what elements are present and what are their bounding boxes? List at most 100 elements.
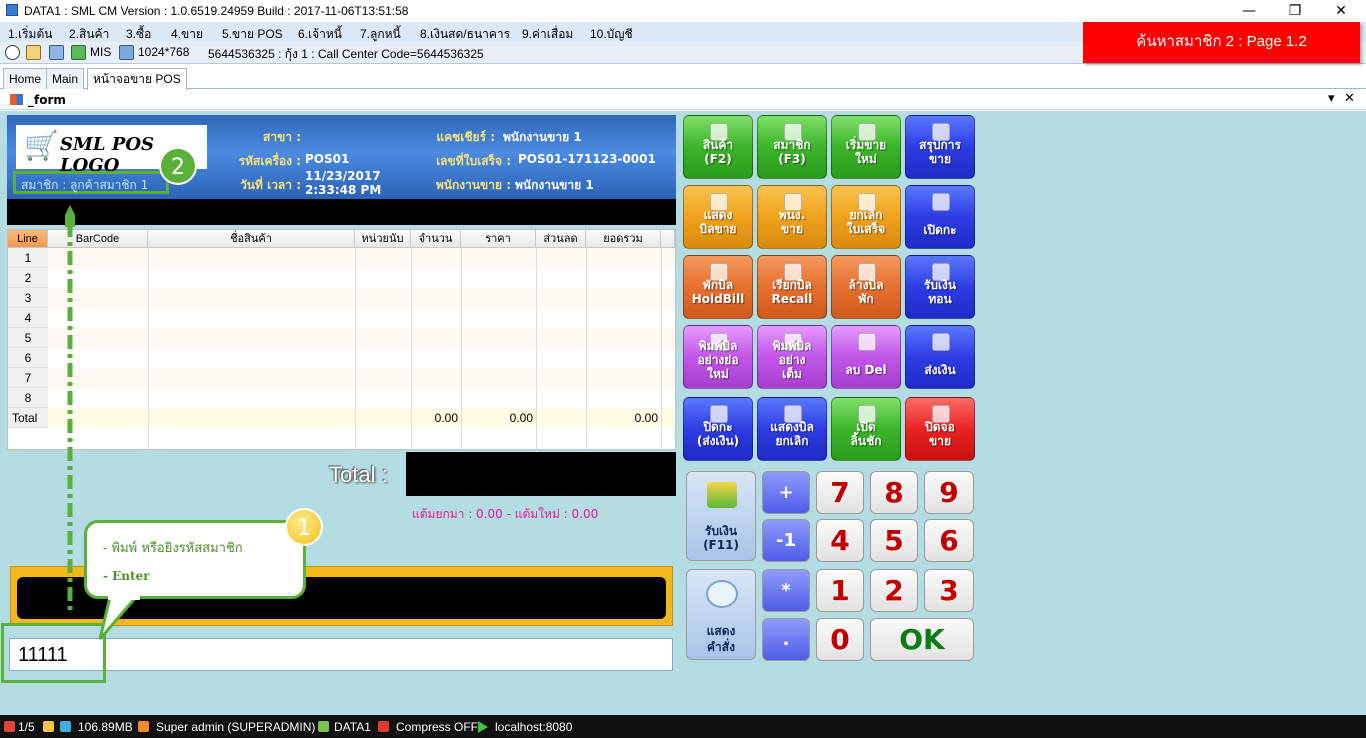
product-f2-button[interactable]: สินค้า (F2) — [683, 115, 753, 179]
key-4[interactable]: 4 — [816, 519, 864, 562]
button-label: พัก — [858, 292, 874, 306]
key-3[interactable]: 3 — [924, 569, 974, 612]
money-bag-icon — [932, 333, 950, 351]
form-close-icon[interactable]: ✕ — [1344, 91, 1355, 106]
callout-line2: - Enter — [103, 569, 150, 583]
cancel-receipt-button[interactable]: ยกเลิก ใบเสร็จ — [831, 185, 901, 249]
hold-bill-button[interactable]: พักบิล HoldBill — [683, 255, 753, 319]
mis-label[interactable]: MIS — [90, 45, 111, 59]
key-1[interactable]: 1 — [816, 569, 864, 612]
toolbar-info: 5644536325 : กุ้ง 1 : Call Center Code=5… — [208, 47, 484, 61]
grid-row[interactable] — [48, 348, 675, 368]
member-highlight: สมาชิก : ลูกค้าสมาชิก 1 — [13, 171, 169, 194]
salesperson-button[interactable]: พนง. ขาย — [757, 185, 827, 249]
grid-row[interactable] — [48, 288, 675, 308]
show-cancelled-bill-button[interactable]: แสดงบิล ยกเลิก — [757, 397, 827, 461]
button-label: ขาย — [781, 222, 803, 236]
button-label: รับเงิน — [923, 278, 957, 292]
button-label: (F3) — [778, 152, 806, 166]
chart-icon[interactable] — [71, 45, 86, 60]
line-number: 5 — [8, 328, 48, 348]
recall-bill-button[interactable]: เรียกบิล Recall — [757, 255, 827, 319]
form-dropdown-icon[interactable]: ▾ — [1328, 91, 1335, 106]
member-search-popup[interactable]: ค้นหาสมาชิก 2 : Page 1.2 — [1083, 22, 1360, 63]
clear-held-bill-button[interactable]: ล้างบิล พัก — [831, 255, 901, 319]
delete-button[interactable]: ลบ Del — [831, 325, 901, 389]
minimize-button[interactable]: — — [1226, 0, 1272, 22]
key-9[interactable]: 9 — [924, 471, 974, 514]
receive-payment-f11-button[interactable]: รับเงิน (F11) — [686, 471, 756, 561]
button-label: พนง. — [778, 208, 806, 222]
code-input-box[interactable] — [9, 638, 673, 671]
receipt-label: เลขที่ใบเสร็จ : — [436, 154, 511, 168]
code-input[interactable] — [18, 642, 658, 668]
sales-summary-button[interactable]: สรุปการ ขาย — [905, 115, 975, 179]
tab-main[interactable]: Main — [46, 68, 85, 89]
grid-row[interactable] — [48, 268, 675, 288]
salesperson-label: พนักงานขาย : — [435, 178, 511, 192]
image-icon[interactable] — [119, 45, 134, 60]
cashier-value: พนักงานขาย 1 — [503, 130, 582, 144]
total-row-label: Total — [8, 408, 48, 428]
machine-label: รหัสเครื่อง : — [238, 154, 301, 168]
send-money-button[interactable]: ส่งเงิน — [905, 325, 975, 389]
key-8[interactable]: 8 — [870, 471, 918, 514]
key-5[interactable]: 5 — [870, 519, 918, 562]
print-full-bill-button[interactable]: พิมพ์บิล อย่าง เต็ม — [757, 325, 827, 389]
minus-one-button[interactable]: -1 — [762, 519, 810, 562]
clock-icon[interactable] — [5, 45, 20, 60]
key-2[interactable]: 2 — [870, 569, 918, 612]
col-amount[interactable]: ยอดรวม — [586, 230, 661, 248]
line-number: 6 — [8, 348, 48, 368]
calculator-icon[interactable] — [49, 45, 64, 60]
grid-row[interactable] — [48, 388, 675, 408]
machine-value: POS01 — [305, 152, 350, 166]
grid-row[interactable] — [48, 368, 675, 388]
page-indicator: 1/5 — [18, 720, 35, 734]
col-spacer — [661, 230, 675, 248]
col-barcode[interactable]: BarCode — [48, 230, 148, 248]
grid-row[interactable] — [48, 248, 675, 268]
member-f3-button[interactable]: สมาชิก (F3) — [757, 115, 827, 179]
new-sale-button[interactable]: เริ่มขาย ใหม่ — [831, 115, 901, 179]
panel-icon[interactable] — [26, 45, 41, 60]
col-price[interactable]: ราคา — [461, 230, 536, 248]
col-line[interactable]: Line — [8, 230, 48, 248]
show-sales-bill-button[interactable]: แสดง บิลขาย — [683, 185, 753, 249]
items-grid: Line BarCode ชื่อสินค้า หน่วยนับ จำนวน ร… — [7, 229, 676, 451]
database-name: DATA1 — [334, 720, 371, 734]
grid-row[interactable] — [48, 328, 675, 348]
close-shift-button[interactable]: ปิดกะ (ส่งเงิน) — [683, 397, 753, 461]
open-drawer-button[interactable]: เปิด ลิ้นชัก — [831, 397, 901, 461]
tab-home[interactable]: Home — [3, 68, 48, 89]
grid-row[interactable] — [48, 308, 675, 328]
plus-button[interactable]: + — [762, 471, 810, 514]
col-product-name[interactable]: ชื่อสินค้า — [148, 230, 355, 248]
receive-change-button[interactable]: รับเงิน ทอน — [905, 255, 975, 319]
col-discount[interactable]: ส่วนลด — [536, 230, 586, 248]
close-sales-screen-button[interactable]: ปิดจอ ขาย — [905, 397, 975, 461]
multiply-button[interactable]: * — [762, 569, 810, 612]
person-icon — [4, 721, 15, 732]
ok-button[interactable]: OK — [870, 618, 974, 661]
close-window-button[interactable]: ✕ — [1318, 0, 1364, 22]
open-shift-button[interactable]: เปิดกะ — [905, 185, 975, 249]
compress-status: Compress OFF — [396, 720, 479, 734]
cart-icon: 🛒 — [24, 129, 59, 162]
resolution-label[interactable]: 1024*768 — [138, 45, 189, 59]
button-label: ส่งเงิน — [924, 363, 956, 377]
key-7[interactable]: 7 — [816, 471, 864, 514]
col-qty[interactable]: จำนวน — [411, 230, 461, 248]
callout-tail — [98, 595, 140, 640]
tab-pos[interactable]: หน้าจอขาย POS — [87, 68, 187, 90]
button-label: ขาย — [929, 152, 951, 166]
key-6[interactable]: 6 — [924, 519, 974, 562]
form-header: _form ▾ ✕ — [0, 90, 1366, 110]
col-unit[interactable]: หน่วยนับ — [355, 230, 411, 248]
button-label: ใหม่ — [855, 152, 877, 166]
decimal-button[interactable]: . — [762, 618, 810, 661]
show-commands-button[interactable]: แสดง คำสั่ง — [686, 569, 756, 660]
key-0[interactable]: 0 — [816, 618, 864, 661]
restore-button[interactable]: ❐ — [1272, 0, 1318, 22]
print-short-bill-button[interactable]: พิมพ์บิล อย่างย่อ ใหม่ — [683, 325, 753, 389]
